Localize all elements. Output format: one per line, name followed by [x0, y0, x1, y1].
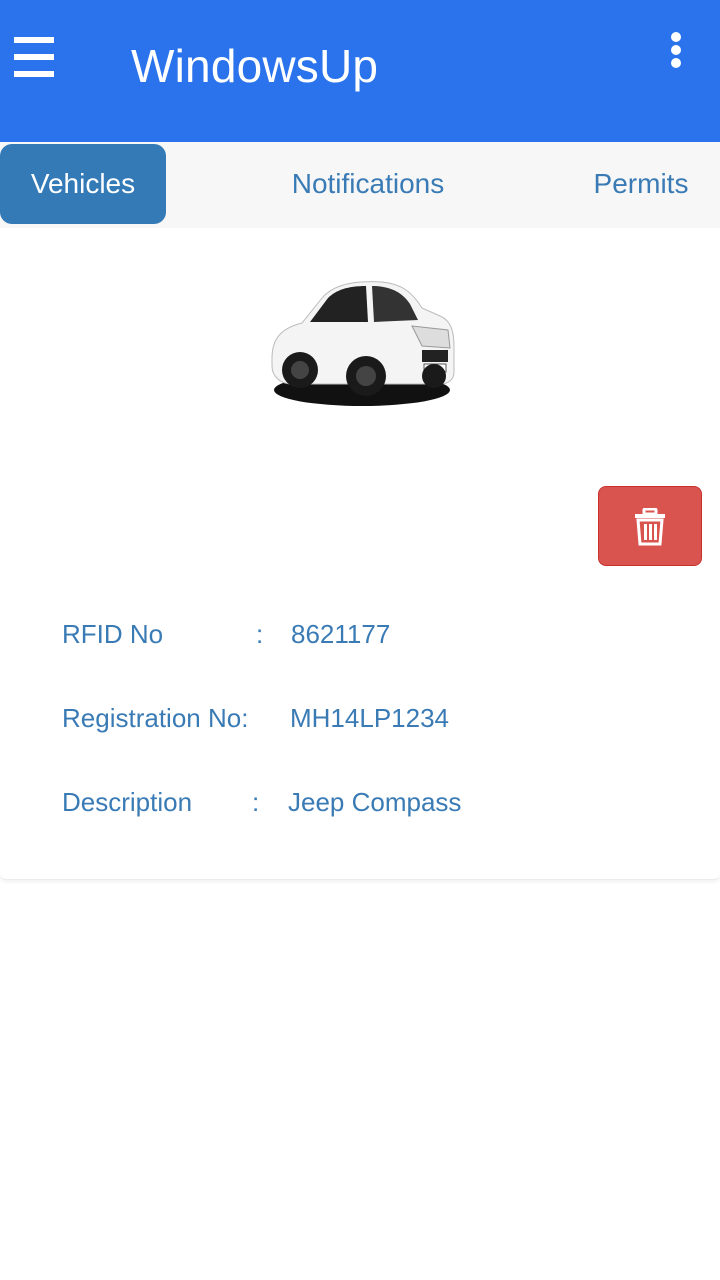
field-value: 8621177 — [291, 619, 391, 649]
vehicle-card: RFID No : 8621177 Registration No: MH14L… — [0, 228, 720, 880]
tab-vehicles[interactable]: Vehicles — [0, 144, 166, 224]
field-separator: : — [256, 619, 264, 649]
more-vertical-icon[interactable] — [666, 32, 688, 72]
field-separator: : — [252, 787, 260, 817]
hamburger-menu-icon[interactable] — [14, 37, 54, 79]
delete-vehicle-button[interactable] — [598, 486, 702, 566]
trash-icon — [635, 508, 665, 546]
car-photo — [271, 281, 455, 406]
field-label: Description — [62, 787, 193, 817]
tab-bar: Vehicles Notifications Permits — [0, 142, 720, 228]
field-label: Registration No: — [62, 703, 249, 733]
field-value: Jeep Compass — [288, 787, 462, 817]
tab-notifications[interactable]: Notifications — [270, 144, 466, 224]
field-value: MH14LP1234 — [290, 703, 449, 733]
app-bar: WindowsUp — [0, 0, 720, 142]
field-label: RFID No — [62, 619, 164, 649]
tab-permits[interactable]: Permits — [580, 144, 702, 224]
app-title: WindowsUp — [131, 40, 379, 92]
